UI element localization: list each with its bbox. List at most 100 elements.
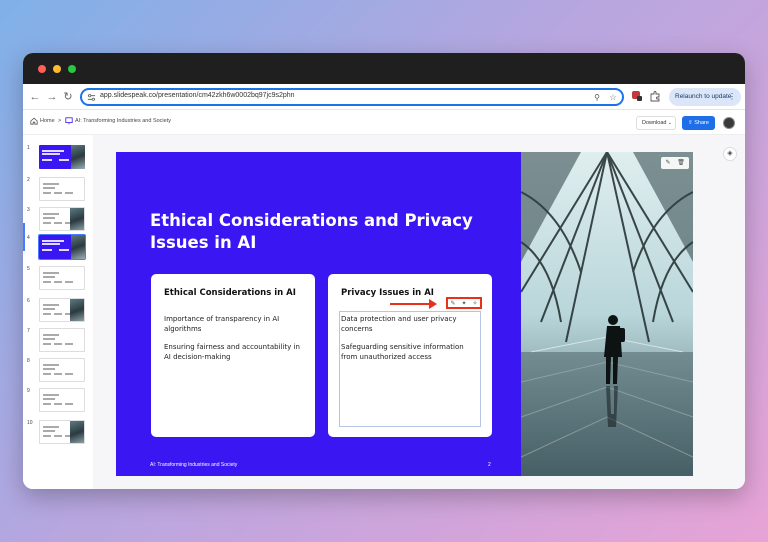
thumbnail-text-line xyxy=(43,304,59,306)
thumbnail-text-line xyxy=(42,249,52,251)
slide-thumbnail[interactable]: 4 xyxy=(27,234,89,260)
thumbnail-text-line xyxy=(54,313,62,315)
extension-icon[interactable] xyxy=(631,90,643,102)
thumbnail-preview xyxy=(39,358,85,382)
thumbnail-text-line xyxy=(43,183,59,185)
thumbnail-text-line xyxy=(54,281,62,283)
relaunch-to-update-button[interactable]: Relaunch to update ⋮ xyxy=(669,88,741,106)
slide-thumbnail[interactable]: 8 xyxy=(27,358,89,382)
slide-thumbnail[interactable]: 7 xyxy=(27,328,89,352)
thumbnail-preview xyxy=(39,328,85,352)
home-icon[interactable] xyxy=(30,117,38,125)
card-item[interactable]: Safeguarding sensitive information from … xyxy=(341,342,481,362)
thumbnail-text-line xyxy=(43,368,55,370)
thumbnail-text-line xyxy=(54,373,62,375)
thumbnail-number: 6 xyxy=(27,298,30,304)
thumbnail-preview xyxy=(39,145,85,169)
text-block-toolbar: ✎ ✦ ✧ xyxy=(446,297,482,309)
annotation-arrow xyxy=(390,303,430,305)
close-window-button[interactable] xyxy=(38,65,46,73)
share-label: Share xyxy=(694,120,709,126)
thumbnail-text-line xyxy=(42,243,60,245)
chevron-down-icon: ⌄ xyxy=(667,120,672,126)
thumbnail-image xyxy=(71,235,85,259)
thumbnail-text-line xyxy=(54,403,62,405)
thumbnail-image xyxy=(71,145,85,169)
slide-thumbnail[interactable]: 10 xyxy=(27,420,89,444)
edit-image-icon[interactable]: ✎ xyxy=(664,159,672,167)
thumbnail-text-line xyxy=(42,159,52,161)
slide-canvas[interactable]: Ethical Considerations and Privacy Issue… xyxy=(116,152,693,476)
slide-thumbnail[interactable]: 1 xyxy=(27,145,89,169)
slide-page-number: 2 xyxy=(488,462,491,468)
card-item[interactable]: Ensuring fairness and accountability in … xyxy=(164,342,304,362)
share-button[interactable]: ⇧ Share xyxy=(682,116,715,130)
thumbnail-number: 9 xyxy=(27,388,30,394)
download-button[interactable]: Download ⌄ xyxy=(636,116,676,130)
thumbnail-text-line xyxy=(43,276,55,278)
card-item[interactable]: Data protection and user privacy concern… xyxy=(341,314,481,334)
sparkle-icon[interactable]: ✦ xyxy=(460,300,468,308)
ethical-considerations-card[interactable]: Ethical Considerations in AI Importance … xyxy=(151,274,315,437)
pencil-icon[interactable]: ✎ xyxy=(449,300,457,308)
thumbnail-selection-indicator xyxy=(23,223,25,251)
minimize-window-button[interactable] xyxy=(53,65,61,73)
zoom-icon[interactable]: ⚲ xyxy=(592,93,602,103)
trash-icon[interactable]: 🗑 xyxy=(677,159,685,167)
extensions-puzzle-icon[interactable] xyxy=(649,90,661,102)
download-label: Download xyxy=(642,120,667,126)
card-item[interactable]: Importance of transparency in AI algorit… xyxy=(164,314,304,334)
thumbnail-number: 1 xyxy=(27,145,30,151)
thumbnail-text-line xyxy=(54,192,62,194)
thumbnail-text-line xyxy=(43,364,59,366)
thumbnail-text-line xyxy=(65,192,73,194)
slide-title[interactable]: Ethical Considerations and Privacy Issue… xyxy=(150,210,510,254)
slide-thumbnail[interactable]: 2 xyxy=(27,177,89,201)
thumbnail-text-line xyxy=(42,240,64,242)
slide-thumbnail[interactable]: 6 xyxy=(27,298,89,322)
palette-icon[interactable]: ◈ xyxy=(723,147,737,161)
thumbnail-text-line xyxy=(43,398,55,400)
thumbnail-text-line xyxy=(43,213,59,215)
thumbnail-preview xyxy=(39,207,85,231)
image-toolbar: ✎ 🗑 xyxy=(661,157,689,169)
relaunch-label: Relaunch to update xyxy=(675,93,732,100)
thumbnail-text-line xyxy=(54,435,62,437)
back-icon[interactable]: ← xyxy=(28,90,42,104)
slide-thumbnail[interactable]: 3 xyxy=(27,207,89,231)
browser-menu-icon[interactable]: ⋮ xyxy=(728,88,736,106)
thumbnail-image xyxy=(70,421,84,443)
magic-wand-icon[interactable]: ✧ xyxy=(471,300,479,308)
thumbnail-preview xyxy=(39,388,85,412)
slide-thumbnails-panel: 1 2 3 4 5 6 7 8 9 10 xyxy=(23,135,93,489)
breadcrumb-presentation-title[interactable]: AI: Transforming Industries and Society xyxy=(75,118,171,124)
card-title[interactable]: Privacy Issues in AI xyxy=(341,288,434,298)
thumbnail-text-line xyxy=(43,222,51,224)
avatar[interactable] xyxy=(723,117,735,129)
thumbnail-text-line xyxy=(43,403,51,405)
thumbnail-text-line xyxy=(43,192,51,194)
privacy-issues-card[interactable]: Privacy Issues in AI Data protection and… xyxy=(328,274,492,437)
site-settings-icon[interactable] xyxy=(87,93,96,102)
breadcrumb-home[interactable]: Home xyxy=(40,118,55,124)
thumbnail-text-line xyxy=(42,153,60,155)
thumbnail-text-line xyxy=(59,159,69,161)
thumbnail-text-line xyxy=(54,343,62,345)
forward-icon[interactable]: → xyxy=(45,90,59,104)
thumbnail-text-line xyxy=(43,426,59,428)
slide-thumbnail[interactable]: 9 xyxy=(27,388,89,412)
thumbnail-number: 4 xyxy=(27,235,30,241)
thumbnail-number: 7 xyxy=(27,328,30,334)
thumbnail-text-line xyxy=(65,373,73,375)
breadcrumb-separator: > xyxy=(58,118,62,124)
thumbnail-text-line xyxy=(43,281,51,283)
slide-footer: AI: Transforming Industries and Society xyxy=(150,462,238,468)
slide-image[interactable]: ✎ 🗑 xyxy=(521,152,693,476)
reload-icon[interactable]: ↻ xyxy=(61,90,75,104)
bookmark-star-icon[interactable]: ☆ xyxy=(608,93,618,103)
maximize-window-button[interactable] xyxy=(68,65,76,73)
slide-thumbnail[interactable]: 5 xyxy=(27,266,89,290)
card-title[interactable]: Ethical Considerations in AI xyxy=(164,288,296,298)
thumbnail-image xyxy=(70,208,84,230)
address-bar[interactable]: app.slidespeak.co/presentation/cm42zkh6w… xyxy=(80,88,624,106)
